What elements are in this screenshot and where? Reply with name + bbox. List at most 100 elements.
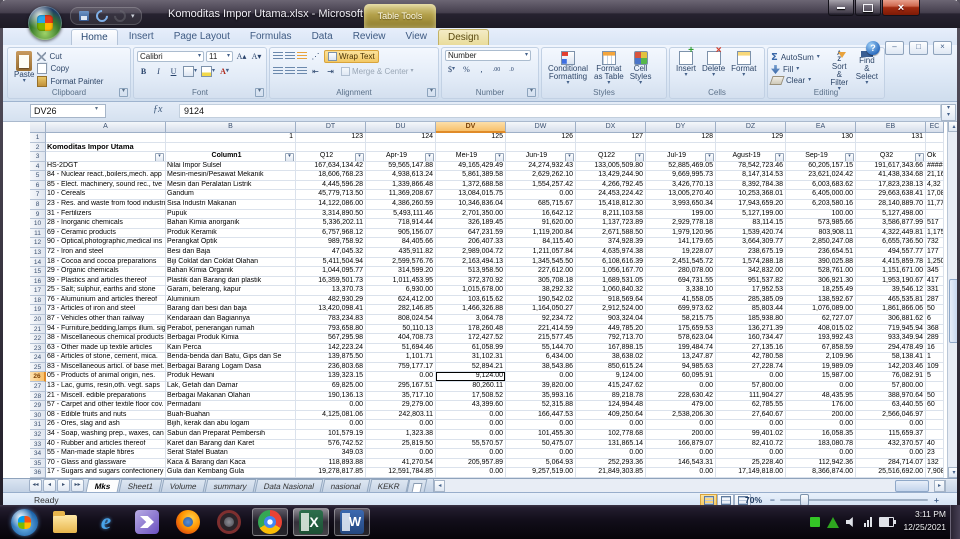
chrome-taskbar-button[interactable]: [252, 508, 288, 536]
zoom-out-button[interactable]: −: [768, 495, 777, 505]
cell-DZ33[interactable]: 82,410.72: [716, 439, 786, 450]
cell-DW11[interactable]: 1,119,200.84: [506, 228, 576, 239]
cell-DV16[interactable]: 372,370.92: [436, 276, 506, 287]
cell-EB14[interactable]: 4,415,859.78: [856, 257, 926, 268]
cell-DY32[interactable]: 200.00: [646, 429, 716, 440]
cell-DV33[interactable]: 55,570.57: [436, 439, 506, 450]
cell-EC16[interactable]: 417: [926, 276, 944, 287]
cell-DT27[interactable]: 69,825.00: [296, 382, 366, 392]
cell-DV18[interactable]: 103,615.62: [436, 295, 506, 306]
row-header-28[interactable]: 28: [30, 391, 46, 402]
column-header-DX[interactable]: DX: [576, 121, 646, 133]
cell-EC12[interactable]: 732: [926, 238, 944, 248]
cell-B9[interactable]: Pupuk: [166, 209, 296, 220]
cell-DX31[interactable]: 0.00: [576, 420, 646, 430]
cell-DY24[interactable]: 13,247.87: [646, 353, 716, 363]
cell-EC29[interactable]: 60: [926, 401, 944, 411]
formula-input[interactable]: 9124: [179, 104, 941, 118]
copy-button[interactable]: Copy: [37, 63, 103, 74]
cell-DT25[interactable]: 236,803.68: [296, 362, 366, 373]
cell-EA5[interactable]: 23,621,024.42: [786, 171, 856, 181]
cell-DT19[interactable]: 13,420,098.41: [296, 305, 366, 315]
cell-A11[interactable]: 69 - Ceramic products: [46, 228, 166, 239]
cell-DU11[interactable]: 905,156.07: [366, 228, 436, 239]
row-header-7[interactable]: 7: [30, 190, 46, 201]
cell-EC13[interactable]: 177: [926, 247, 944, 258]
row-header-24[interactable]: 24: [30, 353, 46, 363]
cell-DW27[interactable]: 39,820.00: [506, 382, 576, 392]
cell-EA27[interactable]: 0.00: [786, 382, 856, 392]
row-header-9[interactable]: 9: [30, 209, 46, 220]
find-select-button[interactable]: Find & Select ▾: [853, 50, 881, 87]
cell-EC8[interactable]: 11,773: [926, 200, 944, 210]
cell-DX4[interactable]: 133,005,509.80: [576, 161, 646, 172]
cell-EC33[interactable]: 40: [926, 439, 944, 450]
row-header-15[interactable]: 15: [30, 267, 46, 277]
border-button[interactable]: ▾: [182, 65, 198, 78]
cell-EB36[interactable]: 25,516,692.00: [856, 468, 926, 478]
cell-DZ24[interactable]: 42,780.58: [716, 353, 786, 363]
cell-DT8[interactable]: 14,122,086.00: [296, 200, 366, 210]
row-header-27[interactable]: 27: [30, 382, 46, 392]
cell-DY22[interactable]: 578,623.04: [646, 334, 716, 344]
cell-DX12[interactable]: 374,928.39: [576, 238, 646, 248]
cell-B32[interactable]: Sabun dan Preparat Pembersih: [166, 429, 296, 440]
decrease-indent-button[interactable]: ⇤: [309, 65, 322, 78]
cell-DT11[interactable]: 6,757,968.12: [296, 228, 366, 239]
cell-DY9[interactable]: 199.00: [646, 209, 716, 220]
sheet-tab-summary[interactable]: summary: [204, 479, 256, 492]
cell-B31[interactable]: Bijih, kerak dan abu logam: [166, 420, 296, 430]
cell-DV21[interactable]: 178,260.48: [436, 324, 506, 335]
cell-DV7[interactable]: 13,084,015.75: [436, 190, 506, 201]
column-header-EA[interactable]: EA: [786, 121, 856, 133]
cell-DY34[interactable]: 0.00: [646, 449, 716, 459]
sheet-tab-sheet1[interactable]: Sheet1: [118, 479, 163, 492]
row-header-13[interactable]: 13: [30, 247, 46, 258]
underline-button[interactable]: U: [167, 65, 180, 78]
sheet-tab-kekr[interactable]: KEKR: [368, 479, 409, 492]
cell-EC31[interactable]: [926, 420, 944, 430]
format-painter-button[interactable]: Format Painter: [37, 76, 103, 87]
cell-EA3[interactable]: Sep-19 ▾: [786, 152, 856, 162]
cell-DT6[interactable]: 4,445,596.28: [296, 180, 366, 191]
cell-EB7[interactable]: 29,663,638.41: [856, 190, 926, 201]
cell-DT22[interactable]: 567,295.98: [296, 334, 366, 344]
cell-EC35[interactable]: 132: [926, 458, 944, 469]
tab-home[interactable]: Home: [71, 29, 118, 45]
percent-format-button[interactable]: %: [460, 63, 473, 76]
explorer-taskbar-button[interactable]: [47, 508, 83, 536]
cell-A34[interactable]: 55 - Man-made staple fibres: [46, 449, 166, 459]
cell-DW35[interactable]: 5,064.93: [506, 458, 576, 469]
cell-EC24[interactable]: 1: [926, 353, 944, 363]
number-dialog-launcher[interactable]: ▾: [527, 88, 536, 97]
cell-DT31[interactable]: 0.00: [296, 420, 366, 430]
cell-DZ15[interactable]: 342,832.00: [716, 267, 786, 277]
cell-EB31[interactable]: 0.00: [856, 420, 926, 430]
cell-DT17[interactable]: 13,370.73: [296, 286, 366, 296]
sheet-tab-nasional[interactable]: nasional: [321, 479, 370, 492]
cell-DX22[interactable]: 792,713.70: [576, 334, 646, 344]
insert-worksheet-tab[interactable]: [406, 479, 428, 492]
cell-DX25[interactable]: 850,615.24: [576, 362, 646, 373]
cell-DX24[interactable]: 38,638.02: [576, 353, 646, 363]
network-signal-icon[interactable]: [864, 517, 872, 527]
cell-DV11[interactable]: 647,231.59: [436, 228, 506, 239]
cell-EA6[interactable]: 6,003,683.62: [786, 180, 856, 191]
cell-DZ6[interactable]: 8,392,784.38: [716, 180, 786, 191]
cell-B26[interactable]: Produk Hewani: [166, 372, 296, 383]
cell-DX27[interactable]: 415,247.62: [576, 382, 646, 392]
battery-icon[interactable]: [879, 517, 896, 527]
cell-DT3[interactable]: Q12 ▾: [296, 152, 366, 162]
cell-DZ36[interactable]: 17,149,818.00: [716, 468, 786, 478]
cell-DX32[interactable]: 102,778.68: [576, 429, 646, 440]
cell-DW33[interactable]: 50,475.07: [506, 439, 576, 450]
cell-DW34[interactable]: 0.00: [506, 449, 576, 459]
cell-EB23[interactable]: 294,478.49: [856, 343, 926, 354]
insert-cells-button[interactable]: Insert▾: [673, 47, 699, 87]
cell-DY19[interactable]: 699,973.62: [646, 305, 716, 315]
cell-DY23[interactable]: 199,484.74: [646, 343, 716, 354]
cell-EA17[interactable]: 18,255.49: [786, 286, 856, 296]
cell-DV29[interactable]: 43,399.60: [436, 401, 506, 411]
cell-EB33[interactable]: 432,370.57: [856, 439, 926, 450]
cell-DZ14[interactable]: 1,574,288.18: [716, 257, 786, 268]
